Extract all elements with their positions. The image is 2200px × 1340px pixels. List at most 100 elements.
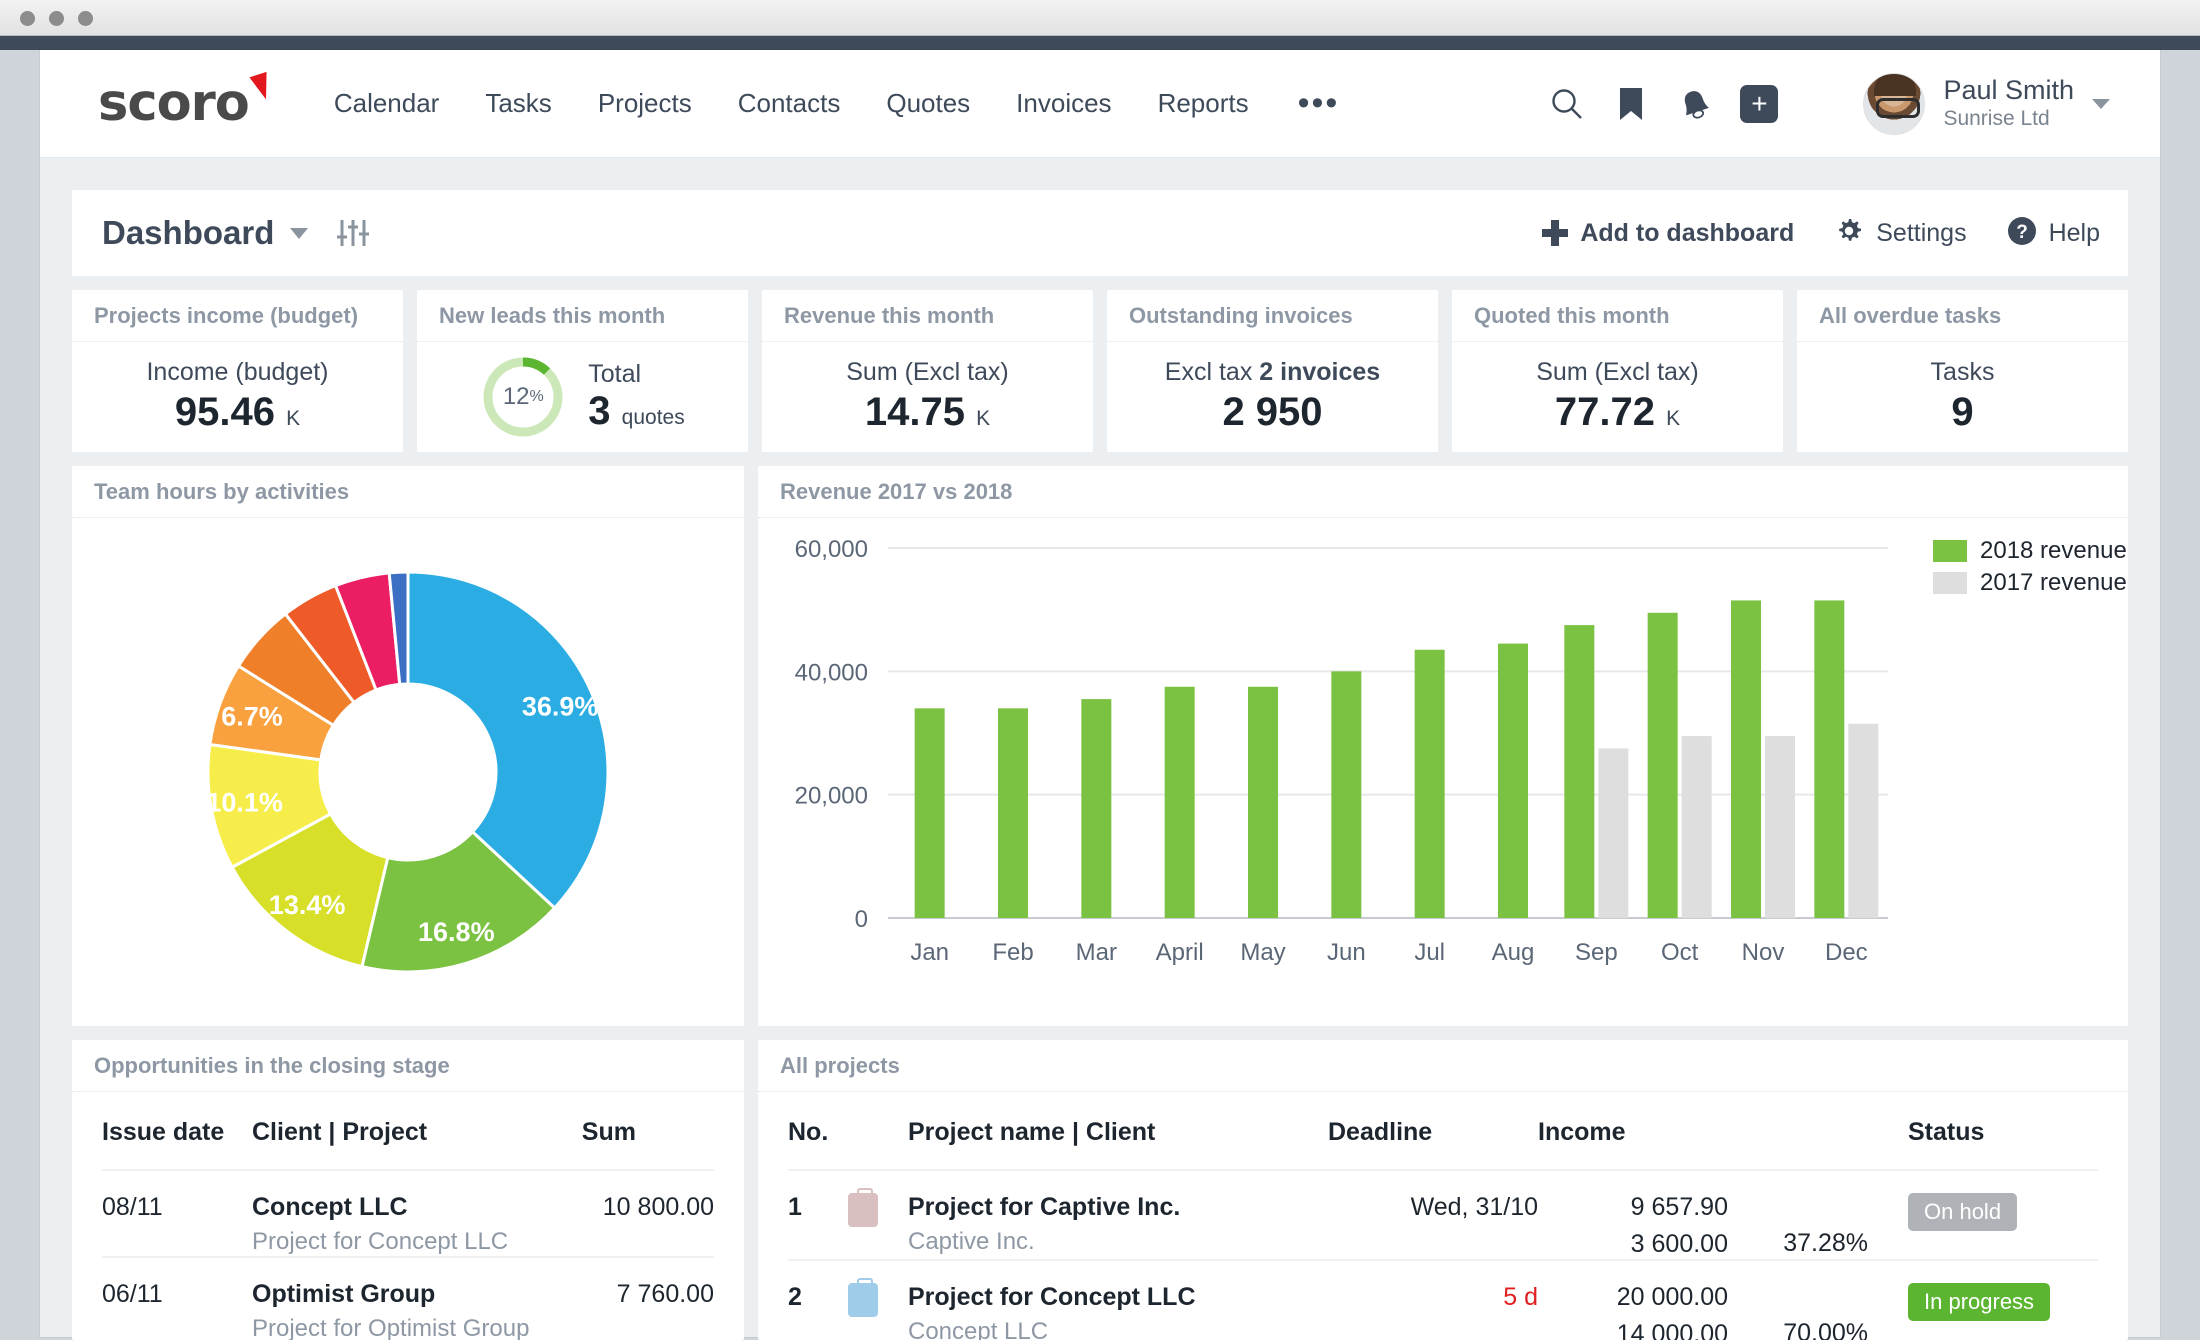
avatar: [1863, 73, 1926, 135]
kpi-body: Sum (Excl tax) 77.72 K: [1452, 342, 1783, 452]
bar-2018[interactable]: [1731, 600, 1761, 918]
kpi-title: Revenue this month: [762, 290, 1093, 342]
kpi-card-quoted-this-month[interactable]: Quoted this month Sum (Excl tax) 77.72 K: [1452, 290, 1783, 452]
kpi-label-bold: 2 invoices: [1259, 358, 1381, 386]
income-percent: 37.28%: [1783, 1229, 1868, 1257]
bar-2017[interactable]: [1848, 723, 1879, 918]
top-accent-strip: [0, 36, 2200, 50]
nav-item-reports[interactable]: Reports: [1135, 88, 1272, 119]
bar-2018[interactable]: [998, 708, 1028, 918]
help-label: Help: [2048, 218, 2100, 247]
window-maximize-dot[interactable]: [78, 11, 93, 26]
bar-2018[interactable]: [914, 708, 945, 918]
settings-button[interactable]: Settings: [1834, 216, 1967, 251]
leads-value: 3: [588, 389, 611, 433]
col-status[interactable]: Status: [1868, 1092, 2098, 1170]
revenue-bar-chart[interactable]: 0 20,000 40,000 60,000 Jan Feb Mar April May Jun J…: [758, 518, 2128, 1018]
bar-2018[interactable]: [1564, 625, 1595, 918]
cell-no: 1: [788, 1193, 802, 1221]
nav-item-tasks[interactable]: Tasks: [462, 88, 574, 119]
window-controls: [20, 11, 93, 26]
x-axis-tick-label: Jul: [1414, 939, 1445, 966]
bar-2017[interactable]: [1765, 736, 1795, 918]
projects-table: No. Project name | Client Deadline Incom…: [788, 1092, 2098, 1340]
team-hours-donut-chart[interactable]: 36.9% 16.8% 13.4% 10.1% 6.7%: [188, 552, 628, 992]
kpi-value: 9: [1951, 390, 1974, 434]
bar-2018[interactable]: [1331, 671, 1362, 918]
legend-label: 2017 revenue: [1980, 569, 2127, 596]
kpi-value: 77.72: [1554, 390, 1655, 434]
kpi-card-all-overdue-tasks[interactable]: All overdue tasks Tasks 9: [1797, 290, 2128, 452]
leads-gauge-percent: 12: [502, 383, 530, 410]
panel-title: Revenue 2017 vs 2018: [758, 466, 2128, 518]
nav-item-projects[interactable]: Projects: [575, 88, 715, 119]
cell-client-project: Concept LLC Project for Concept LLC: [252, 1170, 582, 1257]
donut-slice-label: 10.1%: [206, 788, 283, 818]
kpi-label: Tasks: [1930, 358, 1995, 386]
bar-2018[interactable]: [1814, 600, 1845, 918]
panel-all-projects: All projects No. Project name | Client D…: [758, 1040, 2128, 1340]
bar-2018[interactable]: [1081, 699, 1112, 918]
nav-item-invoices[interactable]: Invoices: [993, 88, 1134, 119]
bar-2018[interactable]: [1414, 649, 1445, 918]
help-button[interactable]: ? Help: [2007, 216, 2100, 251]
kpi-body: Excl tax 2 invoices 2 950: [1107, 342, 1438, 452]
table-row[interactable]: 06/11 Optimist Group Project for Optimis…: [102, 1256, 714, 1340]
bookmark-icon[interactable]: [1599, 78, 1663, 130]
bar-2018[interactable]: [1647, 612, 1678, 918]
add-to-dashboard-button[interactable]: Add to dashboard: [1542, 219, 1794, 248]
user-menu[interactable]: Paul Smith Sunrise Ltd: [1863, 73, 2110, 135]
add-new-button[interactable]: +: [1727, 78, 1791, 130]
window-close-dot[interactable]: [20, 11, 35, 26]
x-axis-tick-label: Oct: [1661, 939, 1699, 966]
bell-icon[interactable]: [1663, 78, 1727, 130]
col-issue-date[interactable]: Issue date: [102, 1092, 252, 1170]
kpi-body: Income (budget) 95.46 K: [72, 342, 403, 452]
client-name: Optimist Group: [252, 1280, 436, 1308]
nav-item-contacts[interactable]: Contacts: [715, 88, 864, 119]
logo-tick-icon: [249, 71, 275, 103]
bar-2017[interactable]: [1681, 736, 1712, 918]
table-row[interactable]: 2 Project for Concept LLC Concept LLC 5 …: [788, 1259, 2098, 1340]
kpi-label-prefix: Excl tax: [1164, 358, 1260, 386]
filter-sliders-icon[interactable]: [336, 218, 370, 248]
kpi-body: 12% Total 3 quotes: [417, 342, 748, 452]
kpi-value: 95.46: [174, 390, 275, 434]
x-axis-tick-label: Jun: [1327, 939, 1366, 966]
col-client-project[interactable]: Client | Project: [252, 1092, 582, 1170]
legend-swatch: [1933, 540, 1967, 562]
dashboard-chevron-down-icon[interactable]: [290, 227, 309, 239]
kpi-unit: K: [286, 407, 301, 430]
kpi-card-projects-income[interactable]: Projects income (budget) Income (budget)…: [72, 290, 403, 452]
toolbar-actions: Add to dashboard Settings ? Help: [1542, 216, 2100, 251]
nav-item-calendar[interactable]: Calendar: [311, 88, 463, 119]
table-row[interactable]: 1 Project for Captive Inc. Captive Inc. …: [788, 1170, 2098, 1260]
bar-2018[interactable]: [1164, 686, 1195, 918]
bar-2018[interactable]: [1248, 686, 1278, 918]
nav-more-icon[interactable]: •••: [1272, 86, 1366, 119]
leads-unit: quotes: [621, 406, 685, 429]
col-no[interactable]: No.: [788, 1092, 848, 1170]
panel-revenue: Revenue 2017 vs 2018 0 20,000 40,000 60,000…: [758, 466, 2128, 1026]
kpi-card-outstanding-invoices[interactable]: Outstanding invoices Excl tax 2 invoices…: [1107, 290, 1438, 452]
app-header: scoro Calendar Tasks Projects Contacts Q…: [40, 50, 2160, 158]
kpi-card-revenue-this-month[interactable]: Revenue this month Sum (Excl tax) 14.75 …: [762, 290, 1093, 452]
client-name: Concept LLC: [908, 1318, 1049, 1340]
col-sum[interactable]: Sum: [582, 1092, 714, 1170]
nav-item-quotes[interactable]: Quotes: [863, 88, 993, 119]
search-icon[interactable]: [1535, 78, 1599, 130]
col-income[interactable]: Income: [1538, 1092, 1728, 1170]
status-badge: In progress: [1908, 1283, 2051, 1321]
col-deadline[interactable]: Deadline: [1328, 1092, 1538, 1170]
chevron-down-icon: [2092, 99, 2110, 109]
scoro-logo[interactable]: scoro: [98, 71, 275, 129]
bar-2018[interactable]: [1498, 643, 1528, 918]
col-icon: [848, 1092, 908, 1170]
table-row[interactable]: 08/11 Concept LLC Project for Concept LL…: [102, 1170, 714, 1257]
col-project-client[interactable]: Project name | Client: [908, 1092, 1328, 1170]
bar-2017[interactable]: [1598, 748, 1629, 918]
cell-income: 9 657.90 3 600.00: [1538, 1170, 1728, 1260]
page-title[interactable]: Dashboard: [102, 214, 274, 252]
window-minimize-dot[interactable]: [49, 11, 64, 26]
kpi-card-new-leads[interactable]: New leads this month 12% Total 3 quotes: [417, 290, 748, 452]
